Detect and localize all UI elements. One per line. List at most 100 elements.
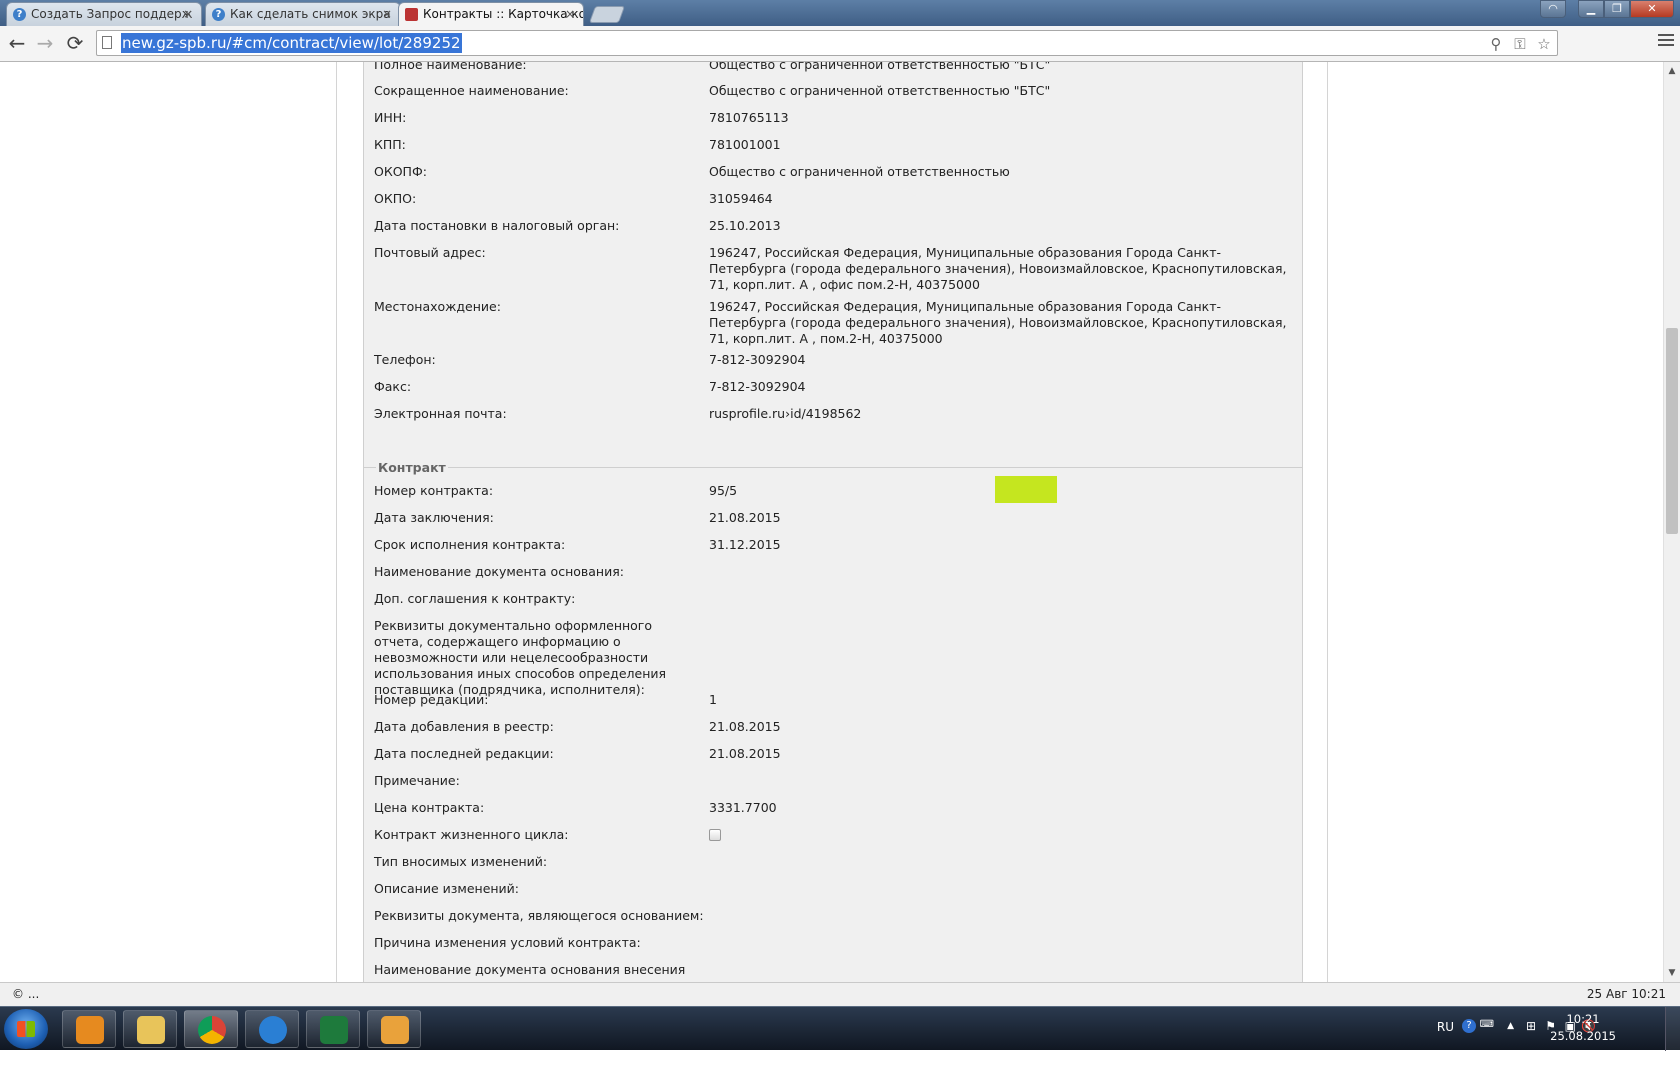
maximize-icon[interactable]: ❐	[1604, 0, 1630, 18]
field-label: Контракт жизненного цикла:	[374, 827, 569, 842]
close-window-icon[interactable]: ✕	[1630, 0, 1674, 18]
field-label: Факс:	[374, 379, 412, 394]
status-left-text: © ...	[12, 987, 40, 1001]
help-icon[interactable]: ?	[1462, 1019, 1476, 1033]
system-clock[interactable]: 10:21 25.08.2015	[1550, 1011, 1616, 1045]
forward-icon[interactable]: →	[34, 32, 56, 54]
url-text[interactable]: new.gz-spb.ru/#cm/contract/view/lot/2892…	[121, 33, 462, 53]
start-button[interactable]	[4, 1009, 48, 1049]
field-label: Доп. соглашения к контракту:	[374, 591, 576, 606]
tab-contracts-card[interactable]: Контракты :: Карточка ко ×	[398, 2, 584, 27]
user-icon[interactable]: ◠	[1540, 0, 1566, 18]
field-label: Телефон:	[374, 352, 436, 367]
vertical-scrollbar[interactable]: ▲ ▼	[1663, 62, 1680, 982]
status-bar: © ... 25 Авг 10:21	[0, 982, 1680, 1006]
field-label: Срок исполнения контракта:	[374, 537, 566, 552]
field-value: 21.08.2015	[709, 746, 781, 761]
close-icon[interactable]: ×	[565, 3, 575, 26]
field-label: Наименование документа основания:	[374, 564, 624, 579]
media-player-icon[interactable]	[62, 1010, 116, 1048]
help-icon: ?	[13, 8, 26, 21]
tab-label: Создать Запрос поддерж	[31, 7, 193, 21]
field-label: Электронная почта:	[374, 406, 507, 421]
key-icon[interactable]: ⚿	[1511, 35, 1529, 53]
page-viewport: Полное наименование: Общество с ограниче…	[0, 62, 1663, 982]
tab-create-support-request[interactable]: ? Создать Запрос поддерж ×	[6, 2, 202, 26]
field-value: Общество с ограниченной ответственностью	[709, 164, 1010, 179]
field-value: 21.08.2015	[709, 719, 781, 734]
show-desktop-button[interactable]	[1665, 1007, 1680, 1051]
field-label: Тип вносимых изменений:	[374, 854, 548, 869]
keyboard-icon[interactable]: ⌨	[1480, 1019, 1494, 1063]
field-label: Наименование документа основания внесени…	[374, 962, 686, 977]
field-label: Полное наименование:	[374, 62, 527, 72]
field-value: 7-812-3092904	[709, 352, 806, 367]
organization-section: Полное наименование: Общество с ограниче…	[363, 62, 1303, 504]
field-label: Дата постановки в налоговый орган:	[374, 218, 620, 233]
field-value: rusprofile.ru›id/4198562	[709, 406, 862, 421]
language-indicator[interactable]: RU	[1437, 1020, 1454, 1064]
field-value: 7810765113	[709, 110, 789, 125]
outlook-icon[interactable]	[367, 1010, 421, 1048]
page-icon	[102, 36, 112, 49]
field-value: 31.12.2015	[709, 537, 781, 552]
field-label: Местонахождение:	[374, 299, 501, 314]
field-value: Общество с ограниченной ответственностью…	[709, 83, 1051, 98]
browser-toolbar: ← → ⟳ new.gz-spb.ru/#cm/contract/view/lo…	[0, 26, 1680, 62]
lifecycle-checkbox[interactable]	[709, 829, 721, 841]
field-label: ИНН:	[374, 110, 407, 125]
chrome-icon[interactable]	[184, 1010, 238, 1048]
field-label: Причина изменения условий контракта:	[374, 935, 641, 950]
content-column: Полное наименование: Общество с ограниче…	[336, 62, 1328, 982]
field-label: Почтовый адрес:	[374, 245, 486, 260]
scrollbar-thumb[interactable]	[1666, 328, 1678, 534]
window-controls: ◠ ▁ ❐ ✕	[1540, 0, 1674, 18]
field-label: Сокращенное наименование:	[374, 83, 569, 98]
show-hidden-icons[interactable]: ▲	[1507, 1021, 1514, 1065]
minimize-icon[interactable]: ▁	[1578, 0, 1604, 18]
internet-explorer-icon[interactable]	[245, 1010, 299, 1048]
excel-icon[interactable]	[306, 1010, 360, 1048]
field-value: 3331.7700	[709, 800, 777, 815]
field-label: Дата заключения:	[374, 510, 494, 525]
field-label: Описание изменений:	[374, 881, 520, 896]
tab-label: Контракты :: Карточка ко	[423, 7, 584, 21]
clock-time: 10:21	[1566, 1012, 1600, 1026]
field-value: 1	[709, 692, 717, 707]
close-icon[interactable]: ×	[183, 3, 193, 26]
bookmark-star-icon[interactable]: ☆	[1535, 35, 1553, 53]
menu-icon[interactable]	[1658, 34, 1674, 50]
field-label: Дата последней редакции:	[374, 746, 554, 761]
field-value	[709, 827, 1294, 845]
field-value: 781001001	[709, 137, 781, 152]
file-explorer-icon[interactable]	[123, 1010, 177, 1048]
new-tab-button[interactable]	[588, 6, 626, 23]
field-label: Дата добавления в реестр:	[374, 719, 554, 734]
field-value: 196247, Российская Федерация, Муниципаль…	[709, 245, 1287, 292]
field-label: Реквизиты документально оформленного отч…	[374, 618, 667, 697]
field-label: ОКПО:	[374, 191, 417, 206]
field-value: 95/5	[709, 483, 738, 498]
zoom-icon[interactable]: ⚲	[1487, 35, 1505, 53]
scroll-up-icon[interactable]: ▲	[1664, 64, 1680, 78]
hammer-icon	[405, 8, 418, 21]
tab-label: Как сделать снимок экра	[230, 7, 391, 21]
browser-tab-strip: ? Создать Запрос поддерж × ? Как сделать…	[0, 0, 1680, 27]
address-bar[interactable]: new.gz-spb.ru/#cm/contract/view/lot/2892…	[96, 30, 1558, 56]
close-icon[interactable]: ×	[382, 3, 392, 26]
scroll-down-icon[interactable]: ▼	[1664, 966, 1680, 980]
reload-icon[interactable]: ⟳	[64, 32, 86, 54]
windows-flag-icon[interactable]: ⊞	[1526, 1019, 1536, 1063]
back-icon[interactable]: ←	[6, 32, 28, 54]
field-label: КПП:	[374, 137, 406, 152]
windows-logo-icon	[17, 1021, 35, 1037]
field-label: ОКОПФ:	[374, 164, 427, 179]
windows-taskbar: RU ? ⌨ ▲ ⊞ ⚑ ▣ 🔇 10:21 25.08.2015	[0, 1006, 1680, 1051]
field-value: 31059464	[709, 191, 773, 206]
field-value: 7-812-3092904	[709, 379, 806, 394]
field-label: Номер редакции:	[374, 692, 489, 707]
tab-screenshot-howto[interactable]: ? Как сделать снимок экра ×	[205, 2, 401, 26]
clock-date: 25.08.2015	[1550, 1029, 1616, 1043]
field-label: Цена контракта:	[374, 800, 485, 815]
field-value: Общество с ограниченной ответственностью…	[709, 62, 1051, 72]
